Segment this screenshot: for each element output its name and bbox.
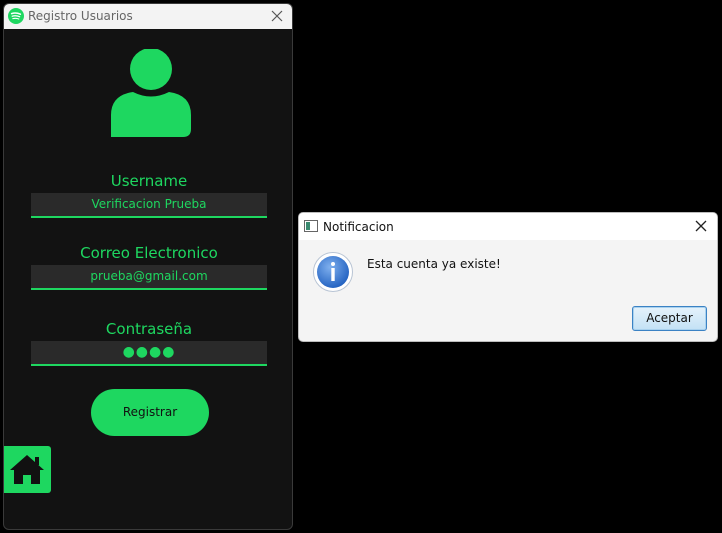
dialog-title: Notificacion bbox=[323, 220, 394, 234]
home-button[interactable] bbox=[4, 446, 51, 493]
close-icon[interactable] bbox=[270, 9, 284, 23]
user-avatar-icon bbox=[111, 49, 191, 137]
accept-button[interactable]: Aceptar bbox=[632, 306, 707, 331]
home-icon bbox=[10, 455, 44, 484]
register-window: Registro Usuarios Username Verificacion … bbox=[3, 3, 293, 530]
password-input[interactable]: ●●●● bbox=[31, 341, 267, 366]
spotify-icon bbox=[8, 8, 24, 24]
window-icon bbox=[304, 220, 318, 232]
email-input[interactable]: prueba@gmail.com bbox=[31, 265, 267, 290]
title-bar: Registro Usuarios bbox=[4, 4, 292, 29]
window-title: Registro Usuarios bbox=[28, 9, 133, 23]
info-icon bbox=[313, 252, 353, 292]
close-icon[interactable] bbox=[695, 220, 707, 232]
username-label: Username bbox=[110, 172, 188, 190]
username-input[interactable]: Verificacion Prueba bbox=[31, 193, 267, 218]
register-button[interactable]: Registrar bbox=[91, 389, 209, 436]
dialog-message: Esta cuenta ya existe! bbox=[367, 257, 501, 271]
password-label: Contraseña bbox=[105, 320, 193, 338]
dialog-title-bar: Notificacion bbox=[299, 213, 717, 240]
email-label: Correo Electronico bbox=[80, 244, 218, 262]
notification-dialog: Notificacion Esta cuenta ya existe! Acep… bbox=[298, 212, 718, 342]
